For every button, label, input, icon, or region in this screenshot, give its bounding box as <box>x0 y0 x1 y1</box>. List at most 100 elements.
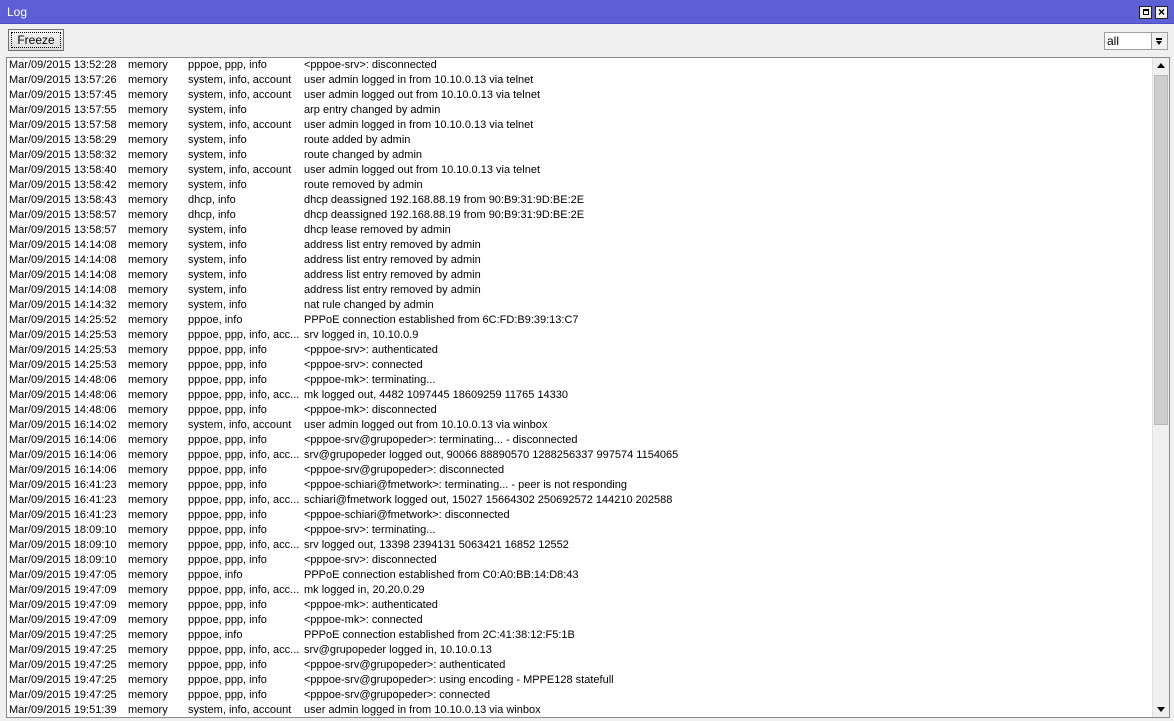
log-row[interactable]: Mar/09/2015 19:51:39 memory system, info, … <box>7 703 1153 717</box>
log-message: user admin logged in from 10.10.0.13 via… <box>304 119 534 131</box>
log-topics: system, info <box>188 149 247 161</box>
log-row[interactable]: Mar/09/2015 14:48:06 memory pppoe, ppp, in… <box>7 388 1153 403</box>
log-row[interactable]: Mar/09/2015 14:25:52 memory pppoe, info PPP… <box>7 313 1153 328</box>
log-row[interactable]: Mar/09/2015 19:47:09 memory pppoe, ppp, in… <box>7 613 1153 628</box>
log-row[interactable]: Mar/09/2015 13:57:55 memory system, info ar… <box>7 103 1153 118</box>
dropdown-arrow-icon[interactable] <box>1151 33 1167 49</box>
log-row[interactable]: Mar/09/2015 14:14:32 memory system, info na… <box>7 298 1153 313</box>
log-row[interactable]: Mar/09/2015 19:47:25 memory pppoe, ppp, in… <box>7 688 1153 703</box>
log-row[interactable]: Mar/09/2015 19:47:25 memory pppoe, ppp, in… <box>7 673 1153 688</box>
log-buffer: memory <box>128 164 168 176</box>
log-row[interactable]: Mar/09/2015 13:52:28 memory pppoe, ppp, in… <box>7 58 1153 73</box>
freeze-button[interactable]: Freeze <box>8 29 64 51</box>
log-topics: pppoe, ppp, info, acc... <box>188 644 300 656</box>
log-row[interactable]: Mar/09/2015 14:25:53 memory pppoe, ppp, in… <box>7 328 1153 343</box>
log-time: Mar/09/2015 13:58:40 <box>9 164 117 176</box>
log-buffer: memory <box>128 464 168 476</box>
log-time: Mar/09/2015 19:47:05 <box>9 569 117 581</box>
log-message: user admin logged in from 10.10.0.13 via… <box>304 704 541 716</box>
log-message: <pppoe-srv>: terminating... <box>304 524 436 536</box>
log-buffer: memory <box>128 539 168 551</box>
log-row[interactable]: Mar/09/2015 19:47:25 memory pppoe, ppp, in… <box>7 643 1153 658</box>
log-row[interactable]: Mar/09/2015 14:48:06 memory pppoe, ppp, in… <box>7 403 1153 418</box>
log-buffer: memory <box>128 299 168 311</box>
log-list[interactable]: Mar/09/2015 13:52:28 memory pppoe, ppp, in… <box>6 57 1170 718</box>
log-row[interactable]: Mar/09/2015 13:58:57 memory system, info dh… <box>7 223 1153 238</box>
log-row[interactable]: Mar/09/2015 18:09:10 memory pppoe, ppp, in… <box>7 538 1153 553</box>
log-time: Mar/09/2015 19:47:25 <box>9 629 117 641</box>
log-topics: system, info <box>188 224 247 236</box>
log-time: Mar/09/2015 13:58:57 <box>9 224 117 236</box>
log-message: address list entry removed by admin <box>304 269 481 281</box>
log-row[interactable]: Mar/09/2015 18:09:10 memory pppoe, ppp, in… <box>7 523 1153 538</box>
scrollbar-thumb[interactable] <box>1154 75 1168 425</box>
log-row[interactable]: Mar/09/2015 16:41:23 memory pppoe, ppp, in… <box>7 478 1153 493</box>
log-row[interactable]: Mar/09/2015 14:14:08 memory system, info ad… <box>7 253 1153 268</box>
log-row[interactable]: Mar/09/2015 19:47:25 memory pppoe, ppp, in… <box>7 658 1153 673</box>
log-row[interactable]: Mar/09/2015 16:14:06 memory pppoe, ppp, in… <box>7 448 1153 463</box>
log-message: srv logged out, 13398 2394131 5063421 16… <box>304 539 569 551</box>
log-row[interactable]: Mar/09/2015 19:47:09 memory pppoe, ppp, in… <box>7 583 1153 598</box>
log-row[interactable]: Mar/09/2015 13:57:58 memory system, info, … <box>7 118 1153 133</box>
log-row[interactable]: Mar/09/2015 19:47:09 memory pppoe, ppp, in… <box>7 598 1153 613</box>
log-time: Mar/09/2015 13:52:28 <box>9 59 117 71</box>
log-row[interactable]: Mar/09/2015 14:25:53 memory pppoe, ppp, in… <box>7 343 1153 358</box>
restore-icon[interactable] <box>1139 6 1152 19</box>
log-message: <pppoe-mk>: connected <box>304 614 423 626</box>
log-row[interactable]: Mar/09/2015 13:57:26 memory system, info, … <box>7 73 1153 88</box>
log-buffer: memory <box>128 659 168 671</box>
log-buffer: memory <box>128 629 168 641</box>
log-row[interactable]: Mar/09/2015 16:41:23 memory pppoe, ppp, in… <box>7 508 1153 523</box>
log-message: <pppoe-schiari@fmetwork>: terminating...… <box>304 479 627 491</box>
log-topics: system, info <box>188 284 247 296</box>
log-time: Mar/09/2015 13:58:42 <box>9 179 117 191</box>
log-time: Mar/09/2015 13:58:43 <box>9 194 117 206</box>
log-time: Mar/09/2015 13:57:45 <box>9 89 117 101</box>
scroll-up-icon[interactable] <box>1153 58 1169 74</box>
log-row[interactable]: Mar/09/2015 18:09:10 memory pppoe, ppp, in… <box>7 553 1153 568</box>
log-row[interactable]: Mar/09/2015 14:14:08 memory system, info ad… <box>7 238 1153 253</box>
log-message: address list entry removed by admin <box>304 239 481 251</box>
log-message: schiari@fmetwork logged out, 15027 15664… <box>304 494 673 506</box>
log-message: user admin logged out from 10.10.0.13 vi… <box>304 164 541 176</box>
log-message: <pppoe-srv@grupopeder>: disconnected <box>304 464 505 476</box>
vertical-scrollbar[interactable] <box>1152 58 1169 717</box>
log-row[interactable]: Mar/09/2015 16:14:06 memory pppoe, ppp, in… <box>7 433 1153 448</box>
log-row[interactable]: Mar/09/2015 16:41:23 memory pppoe, ppp, in… <box>7 493 1153 508</box>
log-buffer: memory <box>128 149 168 161</box>
log-row[interactable]: Mar/09/2015 19:47:05 memory pppoe, info PPP… <box>7 568 1153 583</box>
log-row[interactable]: Mar/09/2015 19:47:25 memory pppoe, info PPP… <box>7 628 1153 643</box>
log-buffer: memory <box>128 434 168 446</box>
log-buffer: memory <box>128 479 168 491</box>
log-buffer: memory <box>128 509 168 521</box>
log-row[interactable]: Mar/09/2015 13:58:29 memory system, info ro… <box>7 133 1153 148</box>
filter-value: all <box>1107 34 1120 48</box>
log-topics: pppoe, ppp, info, acc... <box>188 494 300 506</box>
log-row[interactable]: Mar/09/2015 13:58:43 memory dhcp, info dhcp… <box>7 193 1153 208</box>
log-buffer: memory <box>128 119 168 131</box>
log-topics: pppoe, ppp, info <box>188 599 267 611</box>
log-row[interactable]: Mar/09/2015 14:48:06 memory pppoe, ppp, in… <box>7 373 1153 388</box>
log-row[interactable]: Mar/09/2015 16:14:06 memory pppoe, ppp, in… <box>7 463 1153 478</box>
log-row[interactable]: Mar/09/2015 14:14:08 memory system, info ad… <box>7 268 1153 283</box>
log-row[interactable]: Mar/09/2015 13:58:32 memory system, info ro… <box>7 148 1153 163</box>
log-row[interactable]: Mar/09/2015 14:14:08 memory system, info ad… <box>7 283 1153 298</box>
log-row[interactable]: Mar/09/2015 16:14:02 memory system, info, … <box>7 418 1153 433</box>
log-row[interactable]: Mar/09/2015 14:25:53 memory pppoe, ppp, in… <box>7 358 1153 373</box>
log-row[interactable]: Mar/09/2015 13:58:40 memory system, info, … <box>7 163 1153 178</box>
log-row[interactable]: Mar/09/2015 13:58:42 memory system, info ro… <box>7 178 1153 193</box>
log-time: Mar/09/2015 19:47:09 <box>9 599 117 611</box>
log-buffer: memory <box>128 269 168 281</box>
log-row[interactable]: Mar/09/2015 13:58:57 memory dhcp, info dhcp… <box>7 208 1153 223</box>
scroll-down-icon[interactable] <box>1153 701 1169 717</box>
log-message: <pppoe-mk>: terminating... <box>304 374 436 386</box>
log-topics: system, info <box>188 299 247 311</box>
log-message: mk logged in, 20.20.0.29 <box>304 584 425 596</box>
log-row[interactable]: Mar/09/2015 13:57:45 memory system, info, … <box>7 88 1153 103</box>
title-bar: Log × <box>0 0 1174 24</box>
log-message: user admin logged out from 10.10.0.13 vi… <box>304 419 548 431</box>
log-time: Mar/09/2015 14:14:08 <box>9 254 117 266</box>
log-time: Mar/09/2015 16:41:23 <box>9 479 117 491</box>
filter-dropdown[interactable]: all <box>1104 32 1168 50</box>
close-icon[interactable]: × <box>1155 5 1168 19</box>
